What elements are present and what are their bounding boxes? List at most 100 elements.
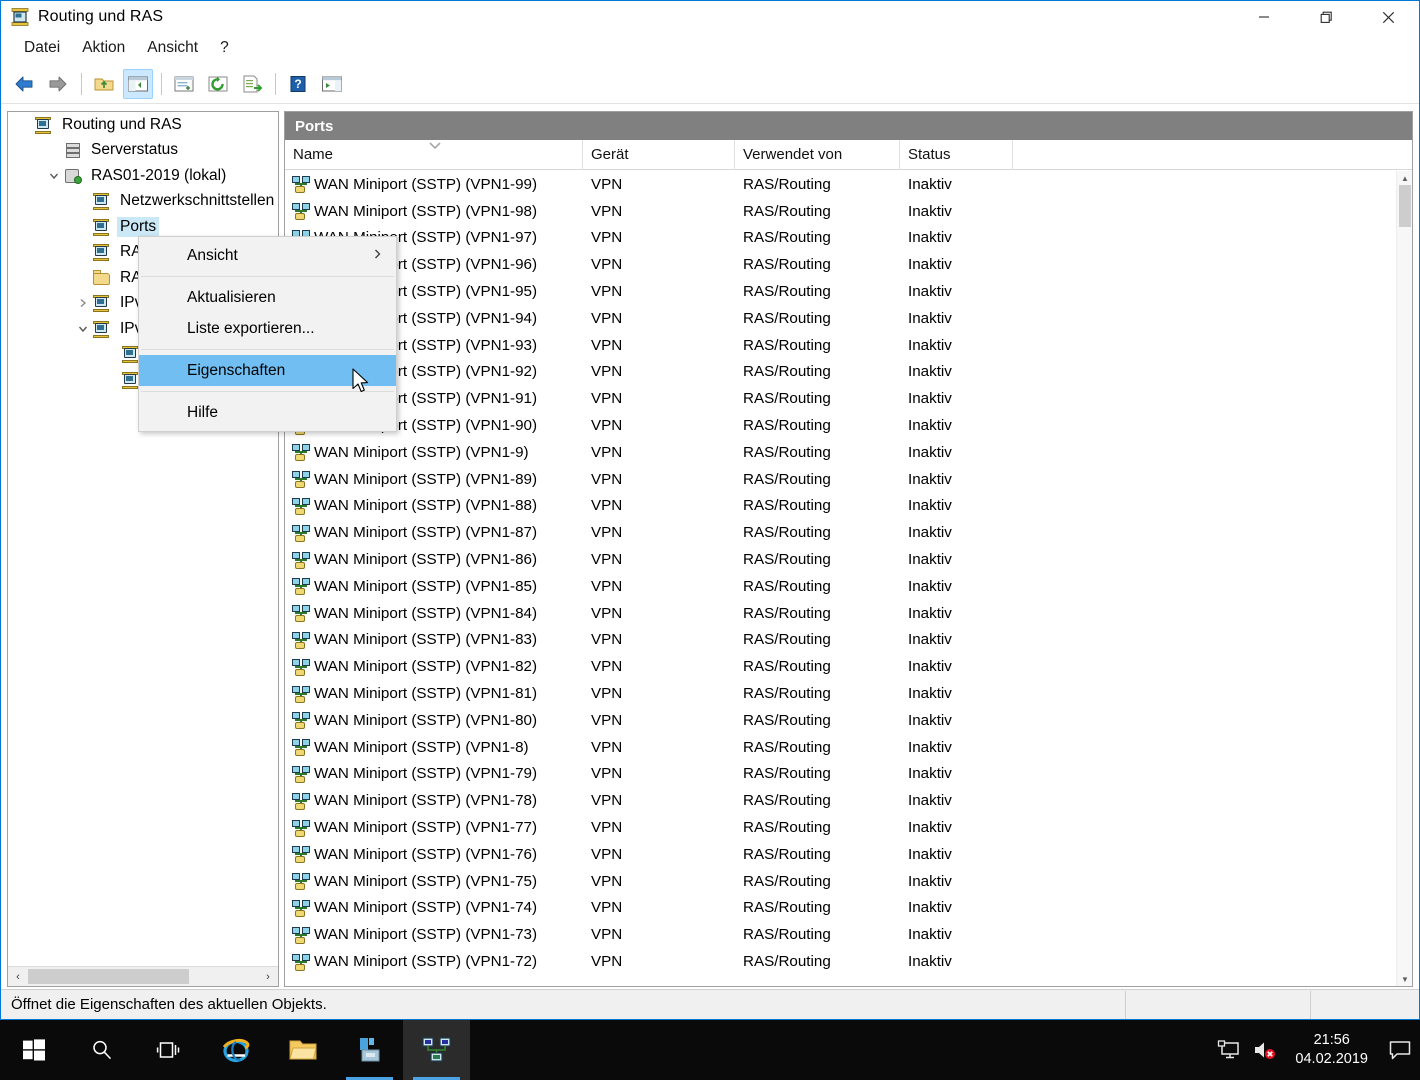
internet-explorer-button[interactable] [202, 1020, 269, 1080]
task-view-button[interactable] [135, 1020, 202, 1080]
menu-datei[interactable]: Datei [13, 36, 71, 60]
table-row[interactable]: WAN Miniport (SSTP) (VPN1-92) VPN RAS/Rout… [285, 359, 1396, 386]
ctx-eigenschaften[interactable]: Eigenschaften [139, 355, 396, 386]
table-row[interactable]: WAN Miniport (SSTP) (VPN1-72) VPN RAS/Rout… [285, 948, 1396, 975]
cell-name: WAN Miniport (SSTP) (VPN1-83) [285, 631, 583, 649]
ctx-hilfe[interactable]: Hilfe [139, 397, 396, 428]
close-icon[interactable] [1357, 1, 1419, 33]
speaker-muted-icon[interactable] [1247, 1020, 1283, 1080]
cell-used-by: RAS/Routing [743, 926, 831, 944]
table-row[interactable]: WAN Miniport (SSTP) (VPN1-85) VPN RAS/Rout… [285, 573, 1396, 600]
table-row[interactable]: WAN Miniport (SSTP) (VPN1-97) VPN RAS/Rout… [285, 225, 1396, 252]
tree-item-serverstatus[interactable]: Serverstatus [8, 138, 278, 164]
tree-item-routing-und-ras[interactable]: Routing und RAS [8, 112, 278, 138]
help-button[interactable]: ? [283, 69, 313, 99]
table-row[interactable]: WAN Miniport (SSTP) (VPN1-81) VPN RAS/Rout… [285, 680, 1396, 707]
list-vscroll-thumb[interactable] [1399, 185, 1411, 227]
chevron-down-icon[interactable] [74, 323, 92, 335]
table-row[interactable]: WAN Miniport (SSTP) (VPN1-83) VPN RAS/Rout… [285, 627, 1396, 654]
menu-ansicht[interactable]: Ansicht [136, 36, 209, 60]
restore-icon[interactable] [1295, 1, 1357, 33]
properties-button[interactable] [169, 69, 199, 99]
context-menu-separator [141, 349, 394, 350]
action-center-icon[interactable] [1380, 1020, 1420, 1080]
forward-button[interactable] [43, 69, 73, 99]
table-row[interactable]: WAN Miniport (SSTP) (VPN1-82) VPN RAS/Rout… [285, 653, 1396, 680]
cell-device: VPN [591, 845, 623, 863]
minimize-icon[interactable] [1233, 1, 1295, 33]
table-row[interactable]: WAN Miniport (SSTP) (VPN1-9) VPN RAS/Routi… [285, 439, 1396, 466]
chevron-down-icon[interactable] [45, 170, 63, 182]
file-explorer-button[interactable] [269, 1020, 336, 1080]
table-row[interactable]: WAN Miniport (SSTP) (VPN1-78) VPN RAS/Rout… [285, 787, 1396, 814]
table-row[interactable]: WAN Miniport (SSTP) (VPN1-88) VPN RAS/Rout… [285, 493, 1396, 520]
ctx-aktualisieren[interactable]: Aktualisieren [139, 282, 396, 313]
cell-device: VPN [591, 283, 623, 301]
table-row[interactable]: WAN Miniport (SSTP) (VPN1-8) VPN RAS/Routi… [285, 734, 1396, 761]
table-row[interactable]: WAN Miniport (SSTP) (VPN1-99) VPN RAS/Rout… [285, 171, 1396, 198]
show-hide-console-tree-button[interactable] [123, 68, 153, 99]
table-row[interactable]: WAN Miniport (SSTP) (VPN1-91) VPN RAS/Rout… [285, 385, 1396, 412]
ctx-ansicht[interactable]: Ansicht [139, 240, 396, 271]
table-row[interactable]: WAN Miniport (SSTP) (VPN1-96) VPN RAS/Rout… [285, 251, 1396, 278]
column-header-status[interactable]: Status [900, 140, 1013, 170]
tree-item-ras01-2019-lokal[interactable]: RAS01-2019 (lokal) [8, 163, 278, 189]
column-header-name[interactable]: Name [285, 140, 583, 170]
table-row[interactable]: WAN Miniport (SSTP) (VPN1-84) VPN RAS/Rout… [285, 600, 1396, 627]
scroll-up-icon[interactable]: ▲ [1397, 171, 1412, 185]
port-name: WAN Miniport (SSTP) (VPN1-79) [314, 765, 538, 783]
refresh-button[interactable] [203, 69, 233, 99]
table-row[interactable]: WAN Miniport (SSTP) (VPN1-89) VPN RAS/Rout… [285, 466, 1396, 493]
table-row[interactable]: WAN Miniport (SSTP) (VPN1-94) VPN RAS/Rout… [285, 305, 1396, 332]
tree-hscroll-track[interactable] [28, 967, 258, 986]
tree-hscroll-thumb[interactable] [28, 969, 189, 984]
server-manager-button[interactable] [336, 1020, 403, 1080]
up-one-level-button[interactable] [89, 69, 119, 99]
clock-date: 04.02.2019 [1295, 1051, 1368, 1067]
scroll-down-icon[interactable]: ▼ [1397, 972, 1412, 986]
ctx-liste-exportieren[interactable]: Liste exportieren... [139, 313, 396, 344]
table-row[interactable]: WAN Miniport (SSTP) (VPN1-86) VPN RAS/Rout… [285, 546, 1396, 573]
cell-device: VPN [591, 738, 623, 756]
back-button[interactable] [9, 69, 39, 99]
ports-list: Name Gerät Verwendet von Status WAN Minipor… [285, 140, 1412, 986]
cell-used-by: RAS/Routing [743, 443, 831, 461]
scroll-left-icon[interactable]: ‹ [8, 967, 28, 986]
scroll-right-icon[interactable]: › [258, 967, 278, 986]
cell-status: Inaktiv [908, 765, 952, 783]
table-row[interactable]: WAN Miniport (SSTP) (VPN1-75) VPN RAS/Rout… [285, 868, 1396, 895]
list-vertical-scrollbar[interactable]: ▲ ▼ [1396, 171, 1412, 986]
menu-hilfe[interactable]: ? [209, 36, 240, 60]
show-hide-action-pane-button[interactable] [317, 69, 347, 99]
search-button[interactable] [68, 1020, 135, 1080]
rras-icon [92, 192, 112, 211]
table-row[interactable]: WAN Miniport (SSTP) (VPN1-98) VPN RAS/Rout… [285, 198, 1396, 225]
table-row[interactable]: WAN Miniport (SSTP) (VPN1-79) VPN RAS/Rout… [285, 761, 1396, 788]
table-row[interactable]: WAN Miniport (SSTP) (VPN1-90) VPN RAS/Rout… [285, 412, 1396, 439]
port-name: WAN Miniport (SSTP) (VPN1-73) [314, 926, 538, 944]
table-row[interactable]: WAN Miniport (SSTP) (VPN1-93) VPN RAS/Rout… [285, 332, 1396, 359]
export-list-button[interactable] [237, 69, 267, 99]
cell-status: Inaktiv [908, 899, 952, 917]
table-row[interactable]: WAN Miniport (SSTP) (VPN1-80) VPN RAS/Rout… [285, 707, 1396, 734]
cell-used-by: RAS/Routing [743, 765, 831, 783]
table-row[interactable]: WAN Miniport (SSTP) (VPN1-95) VPN RAS/Rout… [285, 278, 1396, 305]
screen: Routing und RAS Datei Aktion Ansicht ? ?… [0, 0, 1420, 1080]
chevron-right-icon[interactable] [74, 297, 92, 309]
table-row[interactable]: WAN Miniport (SSTP) (VPN1-73) VPN RAS/Rout… [285, 921, 1396, 948]
table-row[interactable]: WAN Miniport (SSTP) (VPN1-74) VPN RAS/Rout… [285, 895, 1396, 922]
table-row[interactable]: WAN Miniport (SSTP) (VPN1-77) VPN RAS/Rout… [285, 814, 1396, 841]
column-header-ger-t[interactable]: Gerät [583, 140, 735, 170]
column-header-verwendet-von[interactable]: Verwendet von [735, 140, 900, 170]
context-menu-separator [141, 276, 394, 277]
menu-aktion[interactable]: Aktion [71, 36, 136, 60]
network-monitor-icon[interactable] [1211, 1020, 1247, 1080]
tree-horizontal-scrollbar[interactable]: ‹ › [8, 966, 278, 986]
table-row[interactable]: WAN Miniport (SSTP) (VPN1-87) VPN RAS/Rout… [285, 519, 1396, 546]
table-row[interactable]: WAN Miniport (SSTP) (VPN1-76) VPN RAS/Rout… [285, 841, 1396, 868]
tree-item-netzwerkschnittstellen[interactable]: Netzwerkschnittstellen [8, 189, 278, 215]
clock[interactable]: 21:56 04.02.2019 [1283, 1020, 1380, 1080]
cell-status: Inaktiv [908, 845, 952, 863]
start-button[interactable] [0, 1020, 68, 1080]
routing-and-ras-button[interactable] [403, 1020, 470, 1080]
